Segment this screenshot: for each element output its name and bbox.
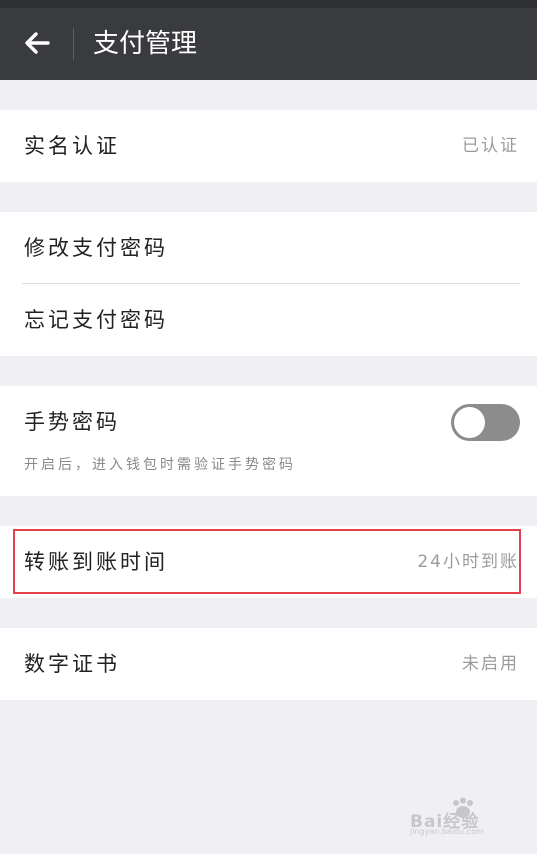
password-card: 修改支付密码 忘记支付密码 xyxy=(0,212,537,356)
realname-label: 实名认证 xyxy=(24,134,120,158)
realname-row[interactable]: 实名认证 已认证 xyxy=(0,110,537,182)
forgot-password-label: 忘记支付密码 xyxy=(24,308,168,332)
gesture-hint: 开启后，进入钱包时需验证手势密码 xyxy=(24,457,296,473)
page-title: 支付管理 xyxy=(93,29,198,59)
change-password-label: 修改支付密码 xyxy=(24,236,168,260)
gesture-card: 手势密码 开启后，进入钱包时需验证手势密码 xyxy=(0,386,537,496)
transfer-time-value: 24小时到账 xyxy=(417,552,519,572)
certificate-label: 数字证书 xyxy=(24,652,120,676)
certificate-card: 数字证书 未启用 xyxy=(0,628,537,700)
back-button[interactable] xyxy=(20,26,54,60)
transfer-time-label: 转账到账时间 xyxy=(24,550,168,574)
watermark-subtext: jingyan.baidu.com xyxy=(410,827,484,836)
status-bar xyxy=(0,0,537,8)
app-bar: 支付管理 xyxy=(0,0,537,80)
certificate-status: 未启用 xyxy=(462,654,519,674)
certificate-row[interactable]: 数字证书 未启用 xyxy=(0,628,537,700)
header-divider xyxy=(73,28,74,60)
gesture-toggle[interactable] xyxy=(451,404,520,441)
change-password-row[interactable]: 修改支付密码 xyxy=(0,212,537,284)
arrow-left-icon xyxy=(25,32,50,54)
forgot-password-row[interactable]: 忘记支付密码 xyxy=(0,284,537,356)
realname-card: 实名认证 已认证 xyxy=(0,110,537,182)
gesture-row: 手势密码 xyxy=(0,386,537,458)
toggle-knob xyxy=(454,407,485,438)
transfer-card: 转账到账时间 24小时到账 xyxy=(0,526,537,598)
watermark: Bai经验 jingyan.baidu.com xyxy=(410,797,528,837)
realname-status: 已认证 xyxy=(462,136,519,156)
gesture-label: 手势密码 xyxy=(24,410,120,434)
transfer-time-row[interactable]: 转账到账时间 24小时到账 xyxy=(0,526,537,598)
